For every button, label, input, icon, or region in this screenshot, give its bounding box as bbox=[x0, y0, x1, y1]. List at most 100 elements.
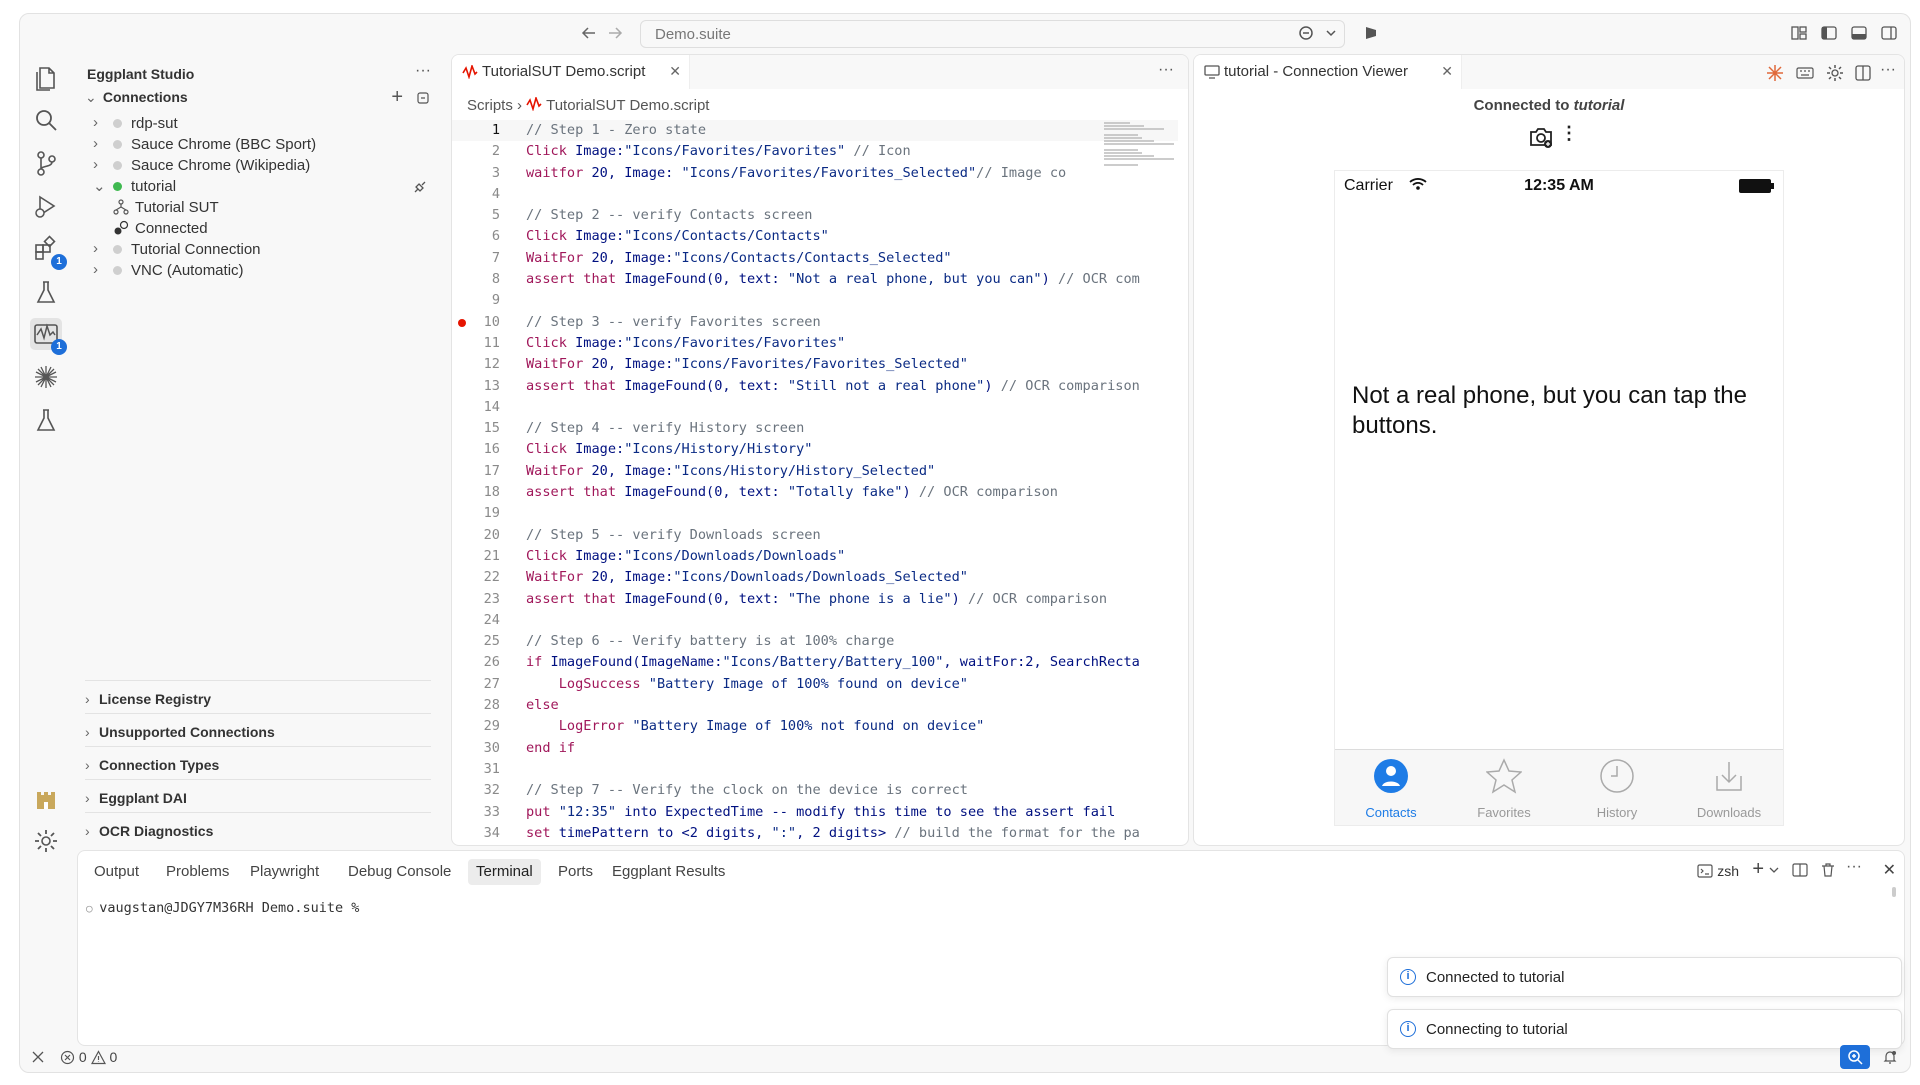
code-line[interactable]: 9 bbox=[452, 290, 1178, 311]
connections-section-header[interactable]: ⌄ Connections + bbox=[85, 86, 431, 113]
panel-tab-problems[interactable]: Problems bbox=[158, 859, 237, 885]
close-icon[interactable]: ✕ bbox=[669, 63, 681, 80]
add-connection-icon[interactable]: + bbox=[391, 86, 403, 109]
code-line[interactable]: 15 // Step 4 -- verify History screen bbox=[452, 418, 1178, 439]
code-line[interactable]: 21 Click Image:"Icons/Downloads/Downloads… bbox=[452, 546, 1178, 567]
gear-icon[interactable] bbox=[1826, 64, 1844, 82]
code-line[interactable]: 2 Click Image:"Icons/Favorites/Favorites"… bbox=[452, 141, 1178, 162]
code-line[interactable]: 28 else bbox=[452, 695, 1178, 716]
device-screen[interactable]: Carrier 12:35 AM Not a real phone, but y… bbox=[1334, 170, 1784, 826]
minimap[interactable] bbox=[1102, 120, 1174, 200]
code-line[interactable]: 19 bbox=[452, 503, 1178, 524]
code-line[interactable]: 12 WaitFor 20, Image:"Icons/Favorites/Fav… bbox=[452, 354, 1178, 375]
new-terminal-icon[interactable]: + bbox=[1752, 858, 1764, 881]
sparkle-icon[interactable] bbox=[30, 361, 62, 393]
code-line[interactable]: 25 // Step 6 -- Verify battery is at 100%… bbox=[452, 631, 1178, 652]
settings-gear-icon[interactable] bbox=[30, 825, 62, 857]
section-ocr-diagnostics[interactable]: › OCR Diagnostics bbox=[85, 812, 431, 845]
code-line[interactable]: 16 Click Image:"Icons/History/History" bbox=[452, 439, 1178, 460]
code-line[interactable]: 33 put "12:35" into ExpectedTime -- modif… bbox=[452, 802, 1178, 823]
eggplant-castle-icon[interactable] bbox=[30, 782, 62, 814]
eggplant-waveform-icon[interactable]: 1 bbox=[30, 318, 67, 355]
trash-icon[interactable] bbox=[1820, 862, 1836, 878]
phone-tab-downloads[interactable]: Downloads bbox=[1673, 750, 1785, 826]
capture-screenshot-icon[interactable] bbox=[1528, 125, 1554, 149]
code-line[interactable]: 23 assert that ImageFound(0, text: "The p… bbox=[452, 589, 1178, 610]
code-line[interactable]: 26 if ImageFound(ImageName:"Icons/Battery… bbox=[452, 652, 1178, 673]
toggle-primary-sidebar-icon[interactable] bbox=[1820, 24, 1838, 42]
eggplant-logo-icon[interactable] bbox=[1362, 24, 1380, 42]
terminal-output[interactable]: ○ vaugstan@JDGY7M36RH Demo.suite % bbox=[86, 900, 359, 916]
code-editor[interactable]: 1 // Step 1 - Zero state 2 Click Image:"Ico… bbox=[452, 120, 1178, 844]
code-line[interactable]: 6 Click Image:"Icons/Contacts/Contacts" bbox=[452, 226, 1178, 247]
code-line[interactable]: 17 WaitFor 20, Image:"Icons/History/Histo… bbox=[452, 461, 1178, 482]
viewer-tab[interactable]: tutorial - Connection Viewer ✕ bbox=[1194, 55, 1462, 89]
editor-tab[interactable]: TutorialSUT Demo.script ✕ bbox=[452, 55, 690, 89]
phone-tab-contacts[interactable]: Contacts bbox=[1335, 750, 1447, 826]
code-line[interactable]: 11 Click Image:"Icons/Favorites/Favorites… bbox=[452, 333, 1178, 354]
extensions-icon[interactable]: 1 bbox=[30, 233, 67, 270]
terminal-scrollbar[interactable] bbox=[1892, 887, 1896, 897]
forward-arrow-icon[interactable] bbox=[606, 24, 626, 44]
close-panel-icon[interactable]: ✕ bbox=[1883, 860, 1896, 880]
command-center[interactable]: Demo.suite bbox=[640, 20, 1345, 48]
code-line[interactable]: 5 // Step 2 -- verify Contacts screen bbox=[452, 205, 1178, 226]
code-line[interactable]: 1 // Step 1 - Zero state bbox=[452, 120, 1178, 142]
code-line[interactable]: 10 // Step 3 -- verify Favorites screen bbox=[452, 312, 1178, 333]
breadcrumb-file[interactable]: TutorialSUT Demo.script bbox=[546, 97, 709, 114]
code-line[interactable]: 34 set timePattern to <2 digits, ":", 2 d… bbox=[452, 823, 1178, 844]
code-line[interactable]: 18 assert that ImageFound(0, text: "Total… bbox=[452, 482, 1178, 503]
toggle-secondary-sidebar-icon[interactable] bbox=[1880, 24, 1898, 42]
phone-tab-history[interactable]: History bbox=[1561, 750, 1673, 826]
tree-item-vnc[interactable]: › VNC (Automatic) bbox=[93, 259, 431, 283]
viewer-menu-icon[interactable]: ⋮ bbox=[1560, 123, 1578, 144]
testing-flask-icon[interactable] bbox=[30, 276, 62, 308]
panel-tab-ports[interactable]: Ports bbox=[550, 859, 601, 885]
run-debug-icon[interactable] bbox=[30, 190, 62, 222]
toggle-panel-icon[interactable] bbox=[1850, 24, 1868, 42]
phone-tab-favorites[interactable]: Favorites bbox=[1448, 750, 1560, 826]
customize-layout-icon[interactable] bbox=[1790, 24, 1808, 42]
code-line[interactable]: 32 // Step 7 -- Verify the clock on the d… bbox=[452, 780, 1178, 801]
code-line[interactable]: 4 bbox=[452, 184, 1178, 205]
code-line[interactable]: 8 assert that ImageFound(0, text: "Not a … bbox=[452, 269, 1178, 290]
more-actions-icon[interactable]: ··· bbox=[415, 62, 431, 80]
zoom-search-button[interactable] bbox=[1840, 1045, 1870, 1069]
remote-indicator-icon[interactable] bbox=[30, 1049, 46, 1065]
section-eggplant-dai[interactable]: › Eggplant DAI bbox=[85, 779, 431, 812]
code-line[interactable]: 30 end if bbox=[452, 738, 1178, 759]
sparkle-action-icon[interactable] bbox=[1766, 64, 1784, 82]
code-line[interactable]: 24 bbox=[452, 610, 1178, 631]
code-line[interactable]: 7 WaitFor 20, Image:"Icons/Contacts/Conta… bbox=[452, 248, 1178, 269]
panel-tab-playwright[interactable]: Playwright bbox=[242, 859, 327, 885]
terminal-shell-selector[interactable]: zsh bbox=[1697, 863, 1739, 879]
source-control-icon[interactable] bbox=[30, 147, 62, 179]
code-line[interactable]: 31 bbox=[452, 759, 1178, 780]
disconnect-plug-icon[interactable] bbox=[411, 178, 429, 196]
more-actions-icon[interactable]: ··· bbox=[1846, 858, 1862, 876]
more-actions-icon[interactable]: ··· bbox=[1158, 61, 1174, 79]
code-line[interactable]: 27 LogSuccess "Battery Image of 100% fou… bbox=[452, 674, 1178, 695]
chevron-down-icon[interactable] bbox=[1325, 24, 1337, 42]
panel-tab-debug-console[interactable]: Debug Console bbox=[340, 859, 459, 885]
notifications-bell-icon[interactable] bbox=[1882, 1049, 1898, 1065]
more-actions-icon[interactable]: ··· bbox=[1880, 61, 1896, 79]
breadcrumb-root[interactable]: Scripts bbox=[467, 97, 513, 114]
notification-toast[interactable]: i Connected to tutorial bbox=[1387, 957, 1902, 997]
panel-tab-eggplant-results[interactable]: Eggplant Results bbox=[604, 859, 733, 885]
close-icon[interactable]: ✕ bbox=[1441, 63, 1453, 80]
section-unsupported-connections[interactable]: › Unsupported Connections bbox=[85, 713, 431, 746]
code-line[interactable]: 3 waitfor 20, Image: "Icons/Favorites/Fav… bbox=[452, 163, 1178, 184]
explorer-icon[interactable] bbox=[30, 62, 62, 94]
search-icon[interactable] bbox=[30, 104, 62, 136]
split-editor-icon[interactable] bbox=[1854, 64, 1872, 82]
section-license-registry[interactable]: › License Registry bbox=[85, 680, 431, 713]
split-terminal-icon[interactable] bbox=[1792, 862, 1808, 878]
copilot-icon[interactable] bbox=[1295, 24, 1317, 42]
keyboard-icon[interactable] bbox=[1796, 64, 1814, 82]
code-line[interactable]: 14 bbox=[452, 397, 1178, 418]
code-line[interactable]: 29 LogError "Battery Image of 100% not f… bbox=[452, 716, 1178, 737]
flask-icon[interactable] bbox=[30, 404, 62, 436]
collapse-all-icon[interactable] bbox=[415, 90, 431, 106]
chevron-down-icon[interactable] bbox=[1768, 862, 1780, 878]
